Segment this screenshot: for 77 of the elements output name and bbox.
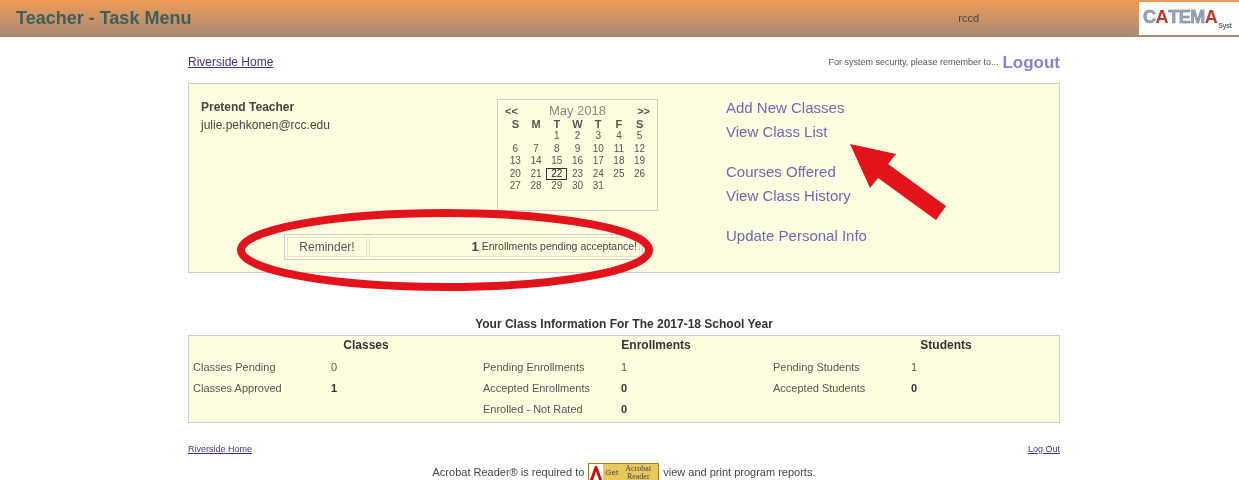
reminder-label: Reminder!: [287, 237, 367, 257]
user-name: rccd: [958, 11, 979, 27]
calendar-day[interactable]: 15: [546, 155, 568, 168]
stat-label: Accepted Students: [773, 381, 867, 397]
calendar-day[interactable]: 12: [629, 142, 650, 155]
calendar-day[interactable]: 17: [587, 155, 609, 168]
group-heading: Classes: [342, 337, 390, 354]
calendar-day[interactable]: 2: [567, 130, 588, 143]
stat-label: Enrolled - Not Rated: [483, 402, 584, 418]
stat-label: Classes Approved: [193, 381, 283, 397]
calendar-day[interactable]: 20: [505, 167, 526, 180]
group-heading: Enrollments: [620, 337, 692, 354]
calendar-day[interactable]: 19: [629, 155, 650, 168]
stat-value: 0: [621, 402, 628, 418]
stat-value: 1: [331, 381, 338, 397]
menu-link[interactable]: View Class List: [726, 120, 828, 144]
calendar-day[interactable]: 3: [587, 130, 609, 143]
menu-link[interactable]: Courses Offered: [726, 160, 836, 184]
calendar-day[interactable]: 28: [525, 180, 547, 193]
weekday-label: T: [552, 118, 562, 130]
reminder-message: Enrollments pending acceptance!: [481, 239, 637, 255]
calendar-day[interactable]: 1: [546, 130, 568, 143]
calendar-day[interactable]: 6: [505, 142, 526, 155]
stat-label: Accepted Enrollments: [483, 381, 591, 397]
stat-value: 1: [911, 360, 918, 376]
menu-link[interactable]: View Class History: [726, 184, 851, 208]
calendar-day[interactable]: 29: [546, 180, 568, 193]
stat-value: 0: [331, 360, 338, 376]
weekday-label: F: [614, 118, 624, 130]
calendar-day[interactable]: 22: [546, 167, 568, 180]
calendar-day[interactable]: 18: [608, 155, 630, 168]
calendar-day[interactable]: 26: [629, 167, 650, 180]
calendar-day[interactable]: 8: [546, 142, 568, 155]
calendar-day[interactable]: 23: [567, 167, 588, 180]
acrobat-note: Acrobat Reader® is required to: [432, 465, 585, 480]
calendar-day[interactable]: 27: [505, 180, 526, 193]
teacher-email: julie.pehkonen@rcc.edu: [201, 117, 331, 134]
stat-label: Pending Students: [773, 360, 861, 376]
calendar-day[interactable]: 24: [587, 167, 609, 180]
calendar-day[interactable]: 5: [629, 130, 650, 143]
stat-value: 0: [621, 381, 628, 397]
calendar-day[interactable]: 13: [505, 155, 526, 168]
weekday-label: T: [593, 118, 603, 130]
weekday-label: S: [634, 118, 645, 130]
stat-value: 1: [621, 360, 628, 376]
next-month-button[interactable]: >>: [637, 102, 650, 120]
footer-home-link[interactable]: Riverside Home: [188, 443, 253, 457]
calendar-month: May 2018: [548, 102, 607, 120]
calendar-day[interactable]: 7: [525, 142, 547, 155]
stat-label: Classes Pending: [193, 360, 277, 376]
footer-logout-link[interactable]: Log Out: [1027, 443, 1060, 457]
acrobat-note: view and print program reports.: [663, 465, 816, 480]
menu-link[interactable]: Update Personal Info: [726, 224, 867, 248]
menu-link[interactable]: Add New Classes: [726, 96, 845, 120]
calendar-day[interactable]: 4: [608, 130, 630, 143]
home-link[interactable]: Riverside Home: [188, 53, 274, 71]
calendar-day[interactable]: 14: [525, 155, 547, 168]
page-title: Teacher - Task Menu: [16, 7, 192, 30]
weekday-label: M: [530, 118, 542, 130]
calendar-day[interactable]: 25: [608, 167, 630, 180]
teacher-name: Pretend Teacher: [201, 99, 296, 116]
calendar-day[interactable]: 30: [567, 180, 588, 193]
calendar-day[interactable]: 21: [525, 167, 547, 180]
calendar-day[interactable]: 31: [587, 180, 609, 193]
group-heading: Students: [919, 337, 973, 354]
calendar-day[interactable]: 11: [608, 142, 630, 155]
class-info-title: Your Class Information For The 2017-18 School Year: [475, 317, 773, 331]
previous-month-button[interactable]: <<: [505, 102, 518, 120]
security-note: For system security, please remember to...: [828, 55, 999, 69]
calendar-day[interactable]: 10: [587, 142, 609, 155]
stat-value: 0: [911, 381, 918, 397]
calendar-day[interactable]: 16: [567, 155, 588, 168]
reminder-count: 1: [471, 238, 479, 257]
weekday-label: W: [571, 118, 584, 130]
weekday-label: S: [510, 118, 520, 130]
calendar-day[interactable]: 9: [567, 142, 588, 155]
stat-label: Pending Enrollments: [483, 360, 586, 376]
